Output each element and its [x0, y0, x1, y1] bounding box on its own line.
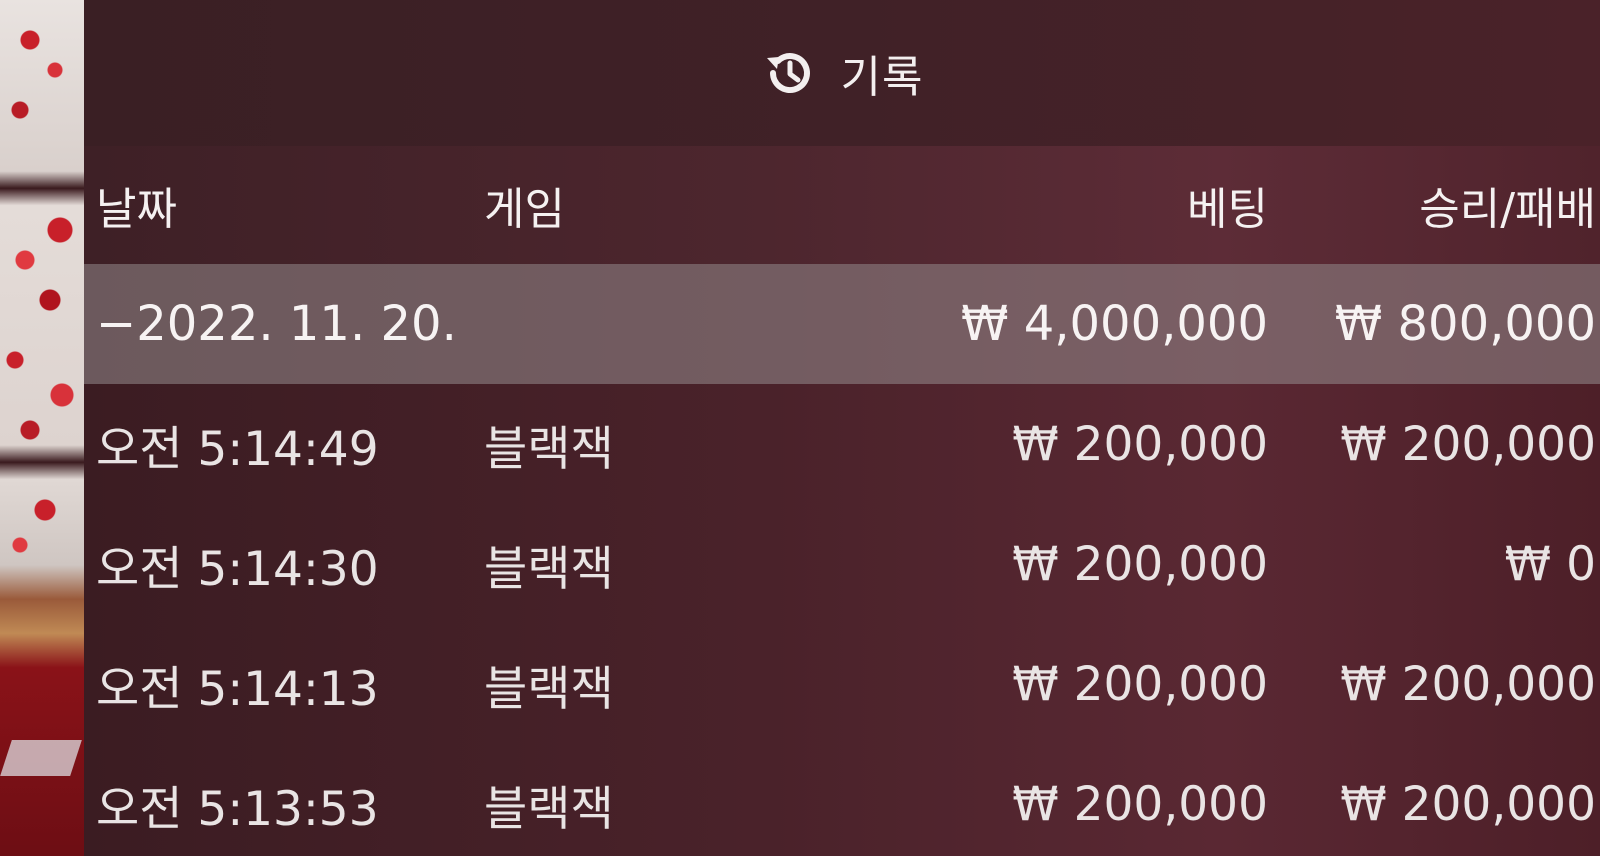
- row-win-loss: ₩ 200,000: [1340, 776, 1596, 832]
- panel-header: 기록: [84, 0, 1600, 146]
- date-group-row[interactable]: −2022. 11. 20. ₩ 4,000,000 ₩ 800,000: [84, 264, 1600, 384]
- table-header-row: 날짜 게임 베팅 승리/패배: [84, 146, 1600, 264]
- row-time: 오전 5:14:30: [96, 541, 379, 597]
- row-game: 블랙잭: [484, 421, 614, 477]
- history-panel: 기록 날짜 게임 베팅 승리/패배 −2022. 11. 20. ₩ 4,000…: [84, 0, 1600, 856]
- row-game: 블랙잭: [484, 541, 614, 597]
- row-win-loss: ₩ 200,000: [1340, 656, 1596, 712]
- row-time: 오전 5:14:49: [96, 421, 379, 477]
- history-icon: [761, 44, 819, 102]
- row-win-loss: ₩ 0: [1504, 536, 1596, 592]
- background-decor: [0, 0, 84, 856]
- column-header-bet: 베팅: [1187, 184, 1268, 235]
- table-row[interactable]: 오전 5:14:49 블랙잭 ₩ 200,000 ₩ 200,000: [84, 384, 1600, 504]
- row-time: 오전 5:13:53: [96, 781, 379, 837]
- row-game: 블랙잭: [484, 781, 614, 837]
- row-bet: ₩ 200,000: [1012, 656, 1268, 712]
- date-group-label: −2022. 11. 20.: [96, 296, 457, 352]
- title-wrap: 기록: [761, 41, 924, 105]
- row-time: 오전 5:14:13: [96, 661, 379, 717]
- screen: 기록 날짜 게임 베팅 승리/패배 −2022. 11. 20. ₩ 4,000…: [0, 0, 1600, 856]
- table-row[interactable]: 오전 5:14:30 블랙잭 ₩ 200,000 ₩ 0: [84, 504, 1600, 624]
- row-game: 블랙잭: [484, 661, 614, 717]
- panel-title: 기록: [840, 52, 924, 103]
- date-group-win-total: ₩ 800,000: [1334, 296, 1596, 352]
- row-bet: ₩ 200,000: [1012, 776, 1268, 832]
- table-row[interactable]: 오전 5:14:13 블랙잭 ₩ 200,000 ₩ 200,000: [84, 624, 1600, 744]
- column-header-win-loss: 승리/패배: [1419, 184, 1596, 235]
- glass-pane: [0, 740, 82, 776]
- date-group-bet-total: ₩ 4,000,000: [960, 296, 1268, 352]
- row-win-loss: ₩ 200,000: [1340, 416, 1596, 472]
- row-bet: ₩ 200,000: [1012, 416, 1268, 472]
- column-header-date: 날짜: [96, 184, 177, 235]
- column-header-game: 게임: [484, 184, 565, 235]
- table-row[interactable]: 오전 5:13:53 블랙잭 ₩ 200,000 ₩ 200,000: [84, 744, 1600, 856]
- history-table: 날짜 게임 베팅 승리/패배 −2022. 11. 20. ₩ 4,000,00…: [84, 146, 1600, 856]
- row-bet: ₩ 200,000: [1012, 536, 1268, 592]
